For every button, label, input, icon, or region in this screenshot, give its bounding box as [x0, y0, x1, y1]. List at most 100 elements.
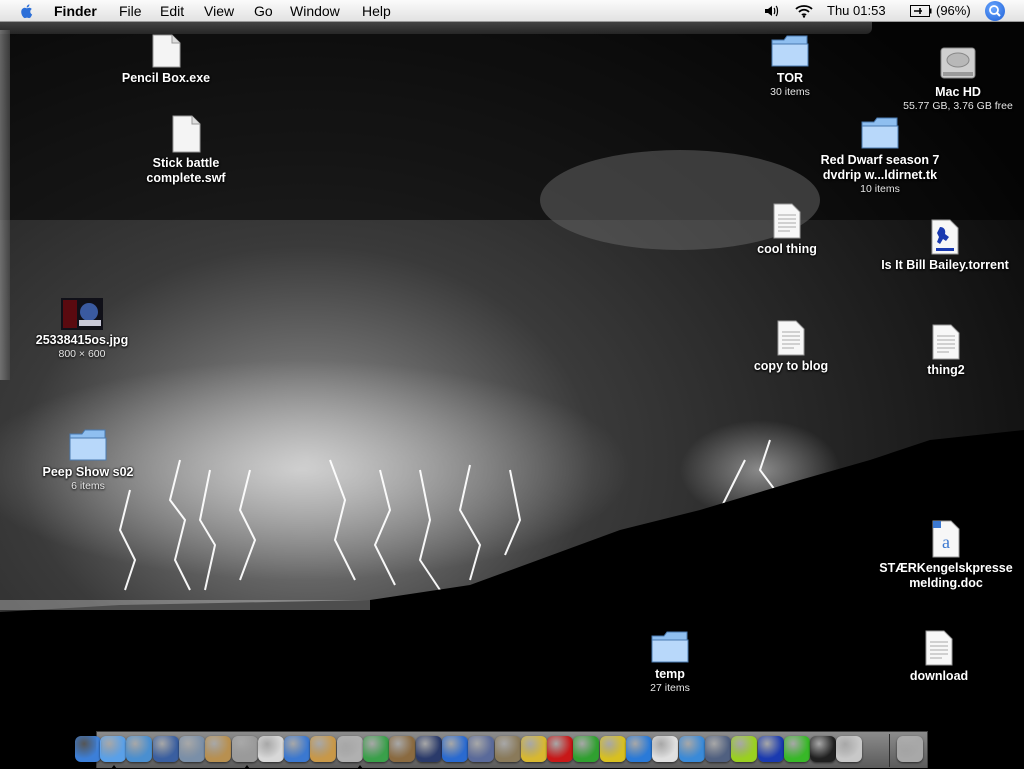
- desktop-icon-label: Pencil Box.exe: [121, 71, 211, 85]
- desktop-icon-jpg-image[interactable]: 25338415os.jpg 800 × 600: [7, 298, 157, 361]
- background-window-edge[interactable]: [0, 22, 872, 34]
- idvd-icon[interactable]: [389, 736, 416, 762]
- skype-icon[interactable]: [783, 736, 810, 762]
- menu-go[interactable]: Go: [254, 3, 273, 19]
- menu-file[interactable]: File: [119, 3, 142, 19]
- text-file-icon: [932, 324, 960, 360]
- desktop-icon-label: Mac HD: [935, 85, 981, 99]
- menu-window[interactable]: Window: [290, 3, 340, 19]
- imovie-icon[interactable]: [415, 736, 442, 762]
- text-file-icon: [925, 630, 953, 666]
- system-prefs-icon[interactable]: [704, 736, 731, 762]
- menubar-clock[interactable]: Thu 01:53: [827, 3, 886, 18]
- terminal-icon[interactable]: [810, 736, 837, 762]
- dreamweaver-icon[interactable]: [573, 736, 600, 762]
- address-book-icon[interactable]: [310, 736, 337, 762]
- cyclorama-icon[interactable]: [731, 736, 758, 762]
- desktop-icon-peep-show[interactable]: Peep Show s02 6 items: [13, 428, 163, 493]
- desktop-icon-stick-battle[interactable]: Stick battle complete.swf: [111, 115, 261, 186]
- spotlight-search-icon[interactable]: [985, 1, 1005, 21]
- desktop-icon-pencil-box[interactable]: Pencil Box.exe: [91, 34, 241, 86]
- desktop-icon-mac-hd[interactable]: Mac HD 55.77 GB, 3.76 GB free: [883, 44, 1024, 113]
- text-file-icon: [777, 320, 805, 356]
- fireworks-icon[interactable]: [599, 736, 626, 762]
- battery-percent[interactable]: (96%): [936, 3, 971, 18]
- dock-running-indicator: [244, 765, 250, 769]
- desktop-icon-info: 30 items: [770, 86, 810, 98]
- desktop-icon-info: 10 items: [860, 183, 900, 195]
- flash-icon[interactable]: [547, 736, 574, 762]
- apple-app-icon[interactable]: [836, 736, 863, 762]
- desktop-icon-bill-bailey-torrent[interactable]: Is It Bill Bailey.torrent: [870, 219, 1020, 273]
- dock-running-indicator: [111, 765, 117, 769]
- menu-bar: Finder File Edit View Go Window Help Thu…: [0, 0, 1024, 22]
- itunes-icon[interactable]: [363, 736, 389, 762]
- apple-menu-icon[interactable]: [18, 2, 36, 20]
- menu-help[interactable]: Help: [362, 3, 391, 19]
- desktop-icon-label: Peep Show s02: [42, 465, 134, 479]
- iphoto-icon[interactable]: [178, 736, 205, 762]
- desktop-icon-cool-thing[interactable]: cool thing: [712, 203, 862, 257]
- desktop-icon-label: temp: [655, 667, 685, 681]
- dock-separator: [889, 734, 890, 767]
- menu-app-name[interactable]: Finder: [54, 3, 97, 19]
- folder-icon: [861, 117, 899, 149]
- wifi-icon[interactable]: [794, 4, 814, 18]
- torrent-icon: [931, 219, 959, 255]
- hard-drive-icon: [940, 47, 976, 79]
- document-icon: [152, 34, 181, 68]
- ichat-icon[interactable]: [126, 736, 153, 762]
- desktop-icon-info: 27 items: [650, 682, 690, 694]
- desktop-icon-info: 800 × 600: [58, 348, 106, 360]
- finder-icon[interactable]: [75, 736, 101, 762]
- desktop-icon-info: 6 items: [71, 480, 105, 492]
- trash-icon[interactable]: [897, 736, 923, 762]
- folder-icon: [651, 631, 689, 663]
- desktop-icon-download[interactable]: download: [864, 630, 1014, 684]
- sketch-icon[interactable]: [520, 736, 547, 762]
- ical-icon[interactable]: [652, 736, 679, 762]
- battery-power-icon[interactable]: [910, 5, 932, 17]
- document-icon: [172, 115, 201, 153]
- volume-icon[interactable]: [764, 4, 780, 18]
- svg-text:a: a: [942, 532, 950, 552]
- image-icon: [61, 298, 103, 330]
- menu-edit[interactable]: Edit: [160, 3, 184, 19]
- azureus-icon[interactable]: [757, 736, 784, 762]
- desktop-icon-label: Red Dwarf season 7 dvdrip w...ldirnet.tk: [820, 153, 940, 182]
- desktop-icon-label: 25338415os.jpg: [35, 333, 129, 347]
- hard-disk-icon[interactable]: [336, 736, 363, 762]
- folder-icon: [69, 429, 107, 461]
- desktop-icon-label: cool thing: [757, 242, 817, 256]
- dock: [75, 731, 928, 769]
- folder-icon: [771, 35, 809, 67]
- script-icon[interactable]: [231, 736, 258, 762]
- preview-icon[interactable]: [152, 736, 179, 762]
- menu-view[interactable]: View: [204, 3, 234, 19]
- textedit-icon[interactable]: [257, 736, 284, 762]
- desktop-icon-staerk-doc[interactable]: a STÆRKengelskpresse melding.doc: [871, 520, 1021, 591]
- desktop-icon-label: Stick battle complete.swf: [146, 156, 226, 185]
- desktop-icon-label: thing2: [927, 363, 965, 377]
- xcode-icon[interactable]: [494, 736, 521, 762]
- desktop-icon-red-dwarf[interactable]: Red Dwarf season 7 dvdrip w...ldirnet.tk…: [805, 116, 955, 196]
- network-icon[interactable]: [468, 736, 495, 762]
- desktop-icon-thing2[interactable]: thing2: [871, 324, 1021, 378]
- desktop-icon-label: STÆRKengelskpresse melding.doc: [879, 561, 1013, 590]
- dock-running-indicator: [357, 765, 363, 769]
- flash-player-icon[interactable]: [626, 736, 652, 762]
- mail-icon[interactable]: [678, 736, 705, 762]
- safari-icon[interactable]: [100, 736, 126, 762]
- desktop-icon-info: 55.77 GB, 3.76 GB free: [903, 100, 1013, 112]
- desktop-icon-copy-to-blog[interactable]: copy to blog: [716, 320, 866, 374]
- desktop-icon-label: TOR: [776, 71, 804, 85]
- desktop-icon-label: download: [909, 669, 969, 683]
- text-file-icon: [773, 203, 801, 239]
- quicktime-icon[interactable]: [441, 736, 468, 762]
- word-icon[interactable]: [284, 736, 311, 762]
- desktop-icon-label: Is It Bill Bailey.torrent: [881, 258, 1009, 272]
- desktop-icon-temp[interactable]: temp 27 items: [595, 630, 745, 695]
- utility-icon[interactable]: [205, 736, 232, 762]
- desktop-icon-tor[interactable]: TOR 30 items: [715, 34, 865, 99]
- desktop-icon-label: copy to blog: [753, 359, 829, 373]
